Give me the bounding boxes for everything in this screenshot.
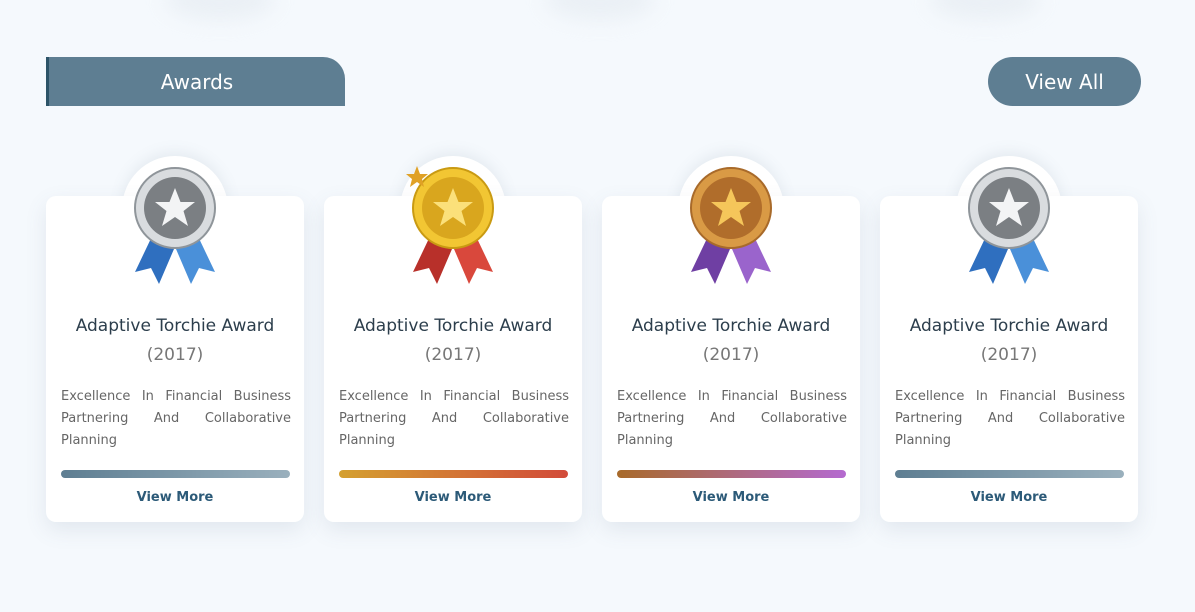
background-blur <box>930 0 1040 20</box>
award-description: Excellence In Financial Business Partner… <box>339 389 569 448</box>
gold-medal-icon <box>406 166 494 284</box>
silver-medal-icon <box>134 167 216 284</box>
award-year: (2017) <box>146 345 204 365</box>
silver-medal-icon <box>968 167 1050 284</box>
award-accent-bar <box>617 470 846 478</box>
background-blur <box>165 0 275 20</box>
award-title: Adaptive Torchie Award <box>353 316 553 336</box>
view-more-link[interactable]: View More <box>880 490 1138 505</box>
award-title: Adaptive Torchie Award <box>631 316 831 336</box>
background-blur <box>545 0 655 20</box>
view-all-label: View All <box>1025 69 1104 94</box>
award-card: Adaptive Torchie Award (2017) Excellence… <box>602 150 860 522</box>
awards-section-title: Awards <box>46 57 345 106</box>
award-card: Adaptive Torchie Award (2017) Excellence… <box>880 150 1138 522</box>
section-title-text: Awards <box>160 69 234 94</box>
view-more-link[interactable]: View More <box>602 490 860 505</box>
award-year: (2017) <box>424 345 482 365</box>
award-card: Adaptive Torchie Award (2017) Excellence… <box>46 150 304 522</box>
award-description: Excellence In Financial Business Partner… <box>61 389 291 448</box>
award-description: Excellence In Financial Business Partner… <box>895 389 1125 448</box>
award-year: (2017) <box>980 345 1038 365</box>
award-year: (2017) <box>702 345 760 365</box>
bronze-medal-icon <box>690 167 772 284</box>
award-accent-bar <box>61 470 290 478</box>
award-accent-bar <box>339 470 568 478</box>
award-title: Adaptive Torchie Award <box>909 316 1109 336</box>
award-title: Adaptive Torchie Award <box>75 316 275 336</box>
view-more-link[interactable]: View More <box>324 490 582 505</box>
award-accent-bar <box>895 470 1124 478</box>
view-all-button[interactable]: View All <box>988 57 1141 106</box>
award-card: Adaptive Torchie Award (2017) Excellence… <box>324 150 582 522</box>
award-description: Excellence In Financial Business Partner… <box>617 389 847 448</box>
view-more-link[interactable]: View More <box>46 490 304 505</box>
